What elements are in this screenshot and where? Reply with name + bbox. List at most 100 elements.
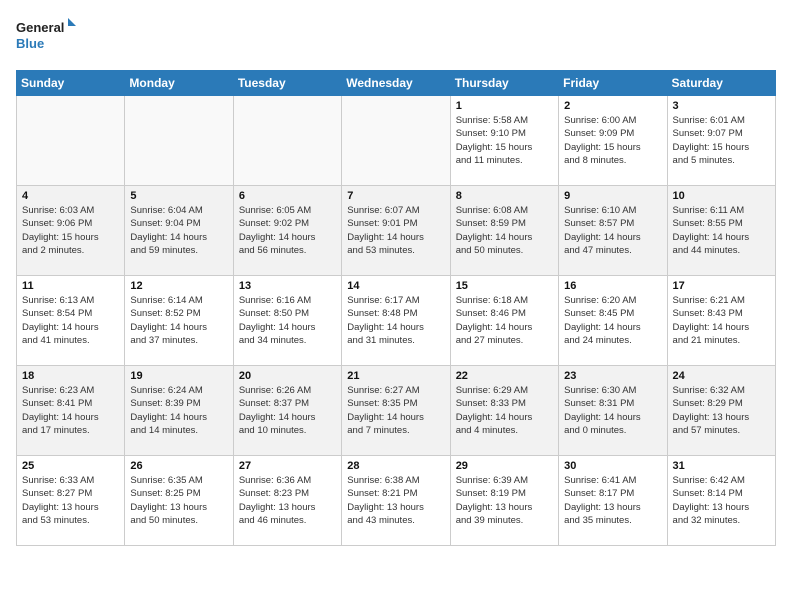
day-number: 19 [130, 370, 227, 382]
day-number: 26 [130, 460, 227, 472]
day-header-thursday: Thursday [450, 71, 558, 96]
day-number: 27 [239, 460, 336, 472]
calendar-cell: 14Sunrise: 6:17 AM Sunset: 8:48 PM Dayli… [342, 276, 450, 366]
day-info: Sunrise: 6:27 AM Sunset: 8:35 PM Dayligh… [347, 384, 444, 437]
day-info: Sunrise: 6:13 AM Sunset: 8:54 PM Dayligh… [22, 294, 119, 347]
day-number: 20 [239, 370, 336, 382]
day-number: 6 [239, 190, 336, 202]
day-header-wednesday: Wednesday [342, 71, 450, 96]
day-header-monday: Monday [125, 71, 233, 96]
day-info: Sunrise: 6:11 AM Sunset: 8:55 PM Dayligh… [673, 204, 770, 257]
day-info: Sunrise: 6:33 AM Sunset: 8:27 PM Dayligh… [22, 474, 119, 527]
calendar-week-row: 4 Sunrise: 6:03 AM Sunset: 9:06 PM Daylig… [17, 186, 776, 276]
day-info: Sunrise: 6:03 AM Sunset: 9:06 PM Dayligh… [22, 204, 119, 257]
calendar-cell [342, 96, 450, 186]
day-info: Sunrise: 5:58 AM Sunset: 9:10 PM Dayligh… [456, 114, 553, 167]
calendar-header-row: SundayMondayTuesdayWednesdayThursdayFrid… [17, 71, 776, 96]
calendar-cell: 30 Sunrise: 6:41 AM Sunset: 8:17 PM Dayli… [559, 456, 667, 546]
calendar-cell: 28 Sunrise: 6:38 AM Sunset: 8:21 PM Dayli… [342, 456, 450, 546]
day-number: 8 [456, 190, 553, 202]
day-number: 5 [130, 190, 227, 202]
day-info: Sunrise: 6:05 AM Sunset: 9:02 PM Dayligh… [239, 204, 336, 257]
day-info: Sunrise: 6:41 AM Sunset: 8:17 PM Dayligh… [564, 474, 661, 527]
day-number: 7 [347, 190, 444, 202]
calendar-week-row: 25 Sunrise: 6:33 AM Sunset: 8:27 PM Dayli… [17, 456, 776, 546]
day-info: Sunrise: 6:16 AM Sunset: 8:50 PM Dayligh… [239, 294, 336, 347]
calendar-cell: 26Sunrise: 6:35 AM Sunset: 8:25 PM Dayli… [125, 456, 233, 546]
calendar-cell: 4 Sunrise: 6:03 AM Sunset: 9:06 PM Daylig… [17, 186, 125, 276]
day-info: Sunrise: 6:23 AM Sunset: 8:41 PM Dayligh… [22, 384, 119, 437]
calendar-table: SundayMondayTuesdayWednesdayThursdayFrid… [16, 70, 776, 546]
day-number: 13 [239, 280, 336, 292]
calendar-cell: 7 Sunrise: 6:07 AM Sunset: 9:01 PM Daylig… [342, 186, 450, 276]
day-number: 24 [673, 370, 770, 382]
day-info: Sunrise: 6:29 AM Sunset: 8:33 PM Dayligh… [456, 384, 553, 437]
day-number: 23 [564, 370, 661, 382]
day-number: 1 [456, 100, 553, 112]
day-info: Sunrise: 6:08 AM Sunset: 8:59 PM Dayligh… [456, 204, 553, 257]
calendar-cell: 23 Sunrise: 6:30 AM Sunset: 8:31 PM Dayli… [559, 366, 667, 456]
day-number: 16 [564, 280, 661, 292]
day-number: 18 [22, 370, 119, 382]
calendar-cell: 31 Sunrise: 6:42 AM Sunset: 8:14 PM Dayli… [667, 456, 775, 546]
day-number: 22 [456, 370, 553, 382]
calendar-cell: 16Sunrise: 6:20 AM Sunset: 8:45 PM Dayli… [559, 276, 667, 366]
day-info: Sunrise: 6:17 AM Sunset: 8:48 PM Dayligh… [347, 294, 444, 347]
calendar-cell: 1 Sunrise: 5:58 AM Sunset: 9:10 PM Daylig… [450, 96, 558, 186]
calendar-cell: 24 Sunrise: 6:32 AM Sunset: 8:29 PM Dayli… [667, 366, 775, 456]
day-number: 12 [130, 280, 227, 292]
day-number: 4 [22, 190, 119, 202]
day-number: 28 [347, 460, 444, 472]
calendar-cell: 2 Sunrise: 6:00 AM Sunset: 9:09 PM Daylig… [559, 96, 667, 186]
calendar-cell [233, 96, 341, 186]
day-info: Sunrise: 6:32 AM Sunset: 8:29 PM Dayligh… [673, 384, 770, 437]
day-number: 17 [673, 280, 770, 292]
calendar-cell: 19Sunrise: 6:24 AM Sunset: 8:39 PM Dayli… [125, 366, 233, 456]
day-number: 11 [22, 280, 119, 292]
day-info: Sunrise: 6:00 AM Sunset: 9:09 PM Dayligh… [564, 114, 661, 167]
calendar-cell: 9 Sunrise: 6:10 AM Sunset: 8:57 PM Daylig… [559, 186, 667, 276]
svg-text:Blue: Blue [16, 36, 44, 51]
day-info: Sunrise: 6:38 AM Sunset: 8:21 PM Dayligh… [347, 474, 444, 527]
day-info: Sunrise: 6:10 AM Sunset: 8:57 PM Dayligh… [564, 204, 661, 257]
day-info: Sunrise: 6:04 AM Sunset: 9:04 PM Dayligh… [130, 204, 227, 257]
day-info: Sunrise: 6:18 AM Sunset: 8:46 PM Dayligh… [456, 294, 553, 347]
calendar-week-row: 11 Sunrise: 6:13 AM Sunset: 8:54 PM Dayli… [17, 276, 776, 366]
calendar-cell: 21Sunrise: 6:27 AM Sunset: 8:35 PM Dayli… [342, 366, 450, 456]
day-info: Sunrise: 6:14 AM Sunset: 8:52 PM Dayligh… [130, 294, 227, 347]
day-info: Sunrise: 6:26 AM Sunset: 8:37 PM Dayligh… [239, 384, 336, 437]
day-number: 25 [22, 460, 119, 472]
day-info: Sunrise: 6:01 AM Sunset: 9:07 PM Dayligh… [673, 114, 770, 167]
calendar-cell: 29Sunrise: 6:39 AM Sunset: 8:19 PM Dayli… [450, 456, 558, 546]
day-number: 30 [564, 460, 661, 472]
day-header-friday: Friday [559, 71, 667, 96]
day-number: 15 [456, 280, 553, 292]
calendar-cell: 15 Sunrise: 6:18 AM Sunset: 8:46 PM Dayli… [450, 276, 558, 366]
calendar-cell: 5 Sunrise: 6:04 AM Sunset: 9:04 PM Daylig… [125, 186, 233, 276]
calendar-cell [125, 96, 233, 186]
page-header: General Blue [16, 16, 776, 58]
day-info: Sunrise: 6:21 AM Sunset: 8:43 PM Dayligh… [673, 294, 770, 347]
calendar-cell: 12 Sunrise: 6:14 AM Sunset: 8:52 PM Dayli… [125, 276, 233, 366]
day-number: 3 [673, 100, 770, 112]
day-header-saturday: Saturday [667, 71, 775, 96]
calendar-week-row: 1 Sunrise: 5:58 AM Sunset: 9:10 PM Daylig… [17, 96, 776, 186]
day-info: Sunrise: 6:42 AM Sunset: 8:14 PM Dayligh… [673, 474, 770, 527]
day-info: Sunrise: 6:07 AM Sunset: 9:01 PM Dayligh… [347, 204, 444, 257]
day-number: 2 [564, 100, 661, 112]
svg-text:General: General [16, 20, 64, 35]
calendar-cell: 6 Sunrise: 6:05 AM Sunset: 9:02 PM Daylig… [233, 186, 341, 276]
calendar-cell: 18 Sunrise: 6:23 AM Sunset: 8:41 PM Dayli… [17, 366, 125, 456]
day-info: Sunrise: 6:30 AM Sunset: 8:31 PM Dayligh… [564, 384, 661, 437]
calendar-cell: 11 Sunrise: 6:13 AM Sunset: 8:54 PM Dayli… [17, 276, 125, 366]
calendar-cell: 20 Sunrise: 6:26 AM Sunset: 8:37 PM Dayli… [233, 366, 341, 456]
day-number: 31 [673, 460, 770, 472]
day-number: 9 [564, 190, 661, 202]
day-info: Sunrise: 6:39 AM Sunset: 8:19 PM Dayligh… [456, 474, 553, 527]
day-header-tuesday: Tuesday [233, 71, 341, 96]
day-header-sunday: Sunday [17, 71, 125, 96]
logo: General Blue [16, 16, 76, 58]
day-info: Sunrise: 6:36 AM Sunset: 8:23 PM Dayligh… [239, 474, 336, 527]
calendar-cell [17, 96, 125, 186]
calendar-cell: 27 Sunrise: 6:36 AM Sunset: 8:23 PM Dayli… [233, 456, 341, 546]
